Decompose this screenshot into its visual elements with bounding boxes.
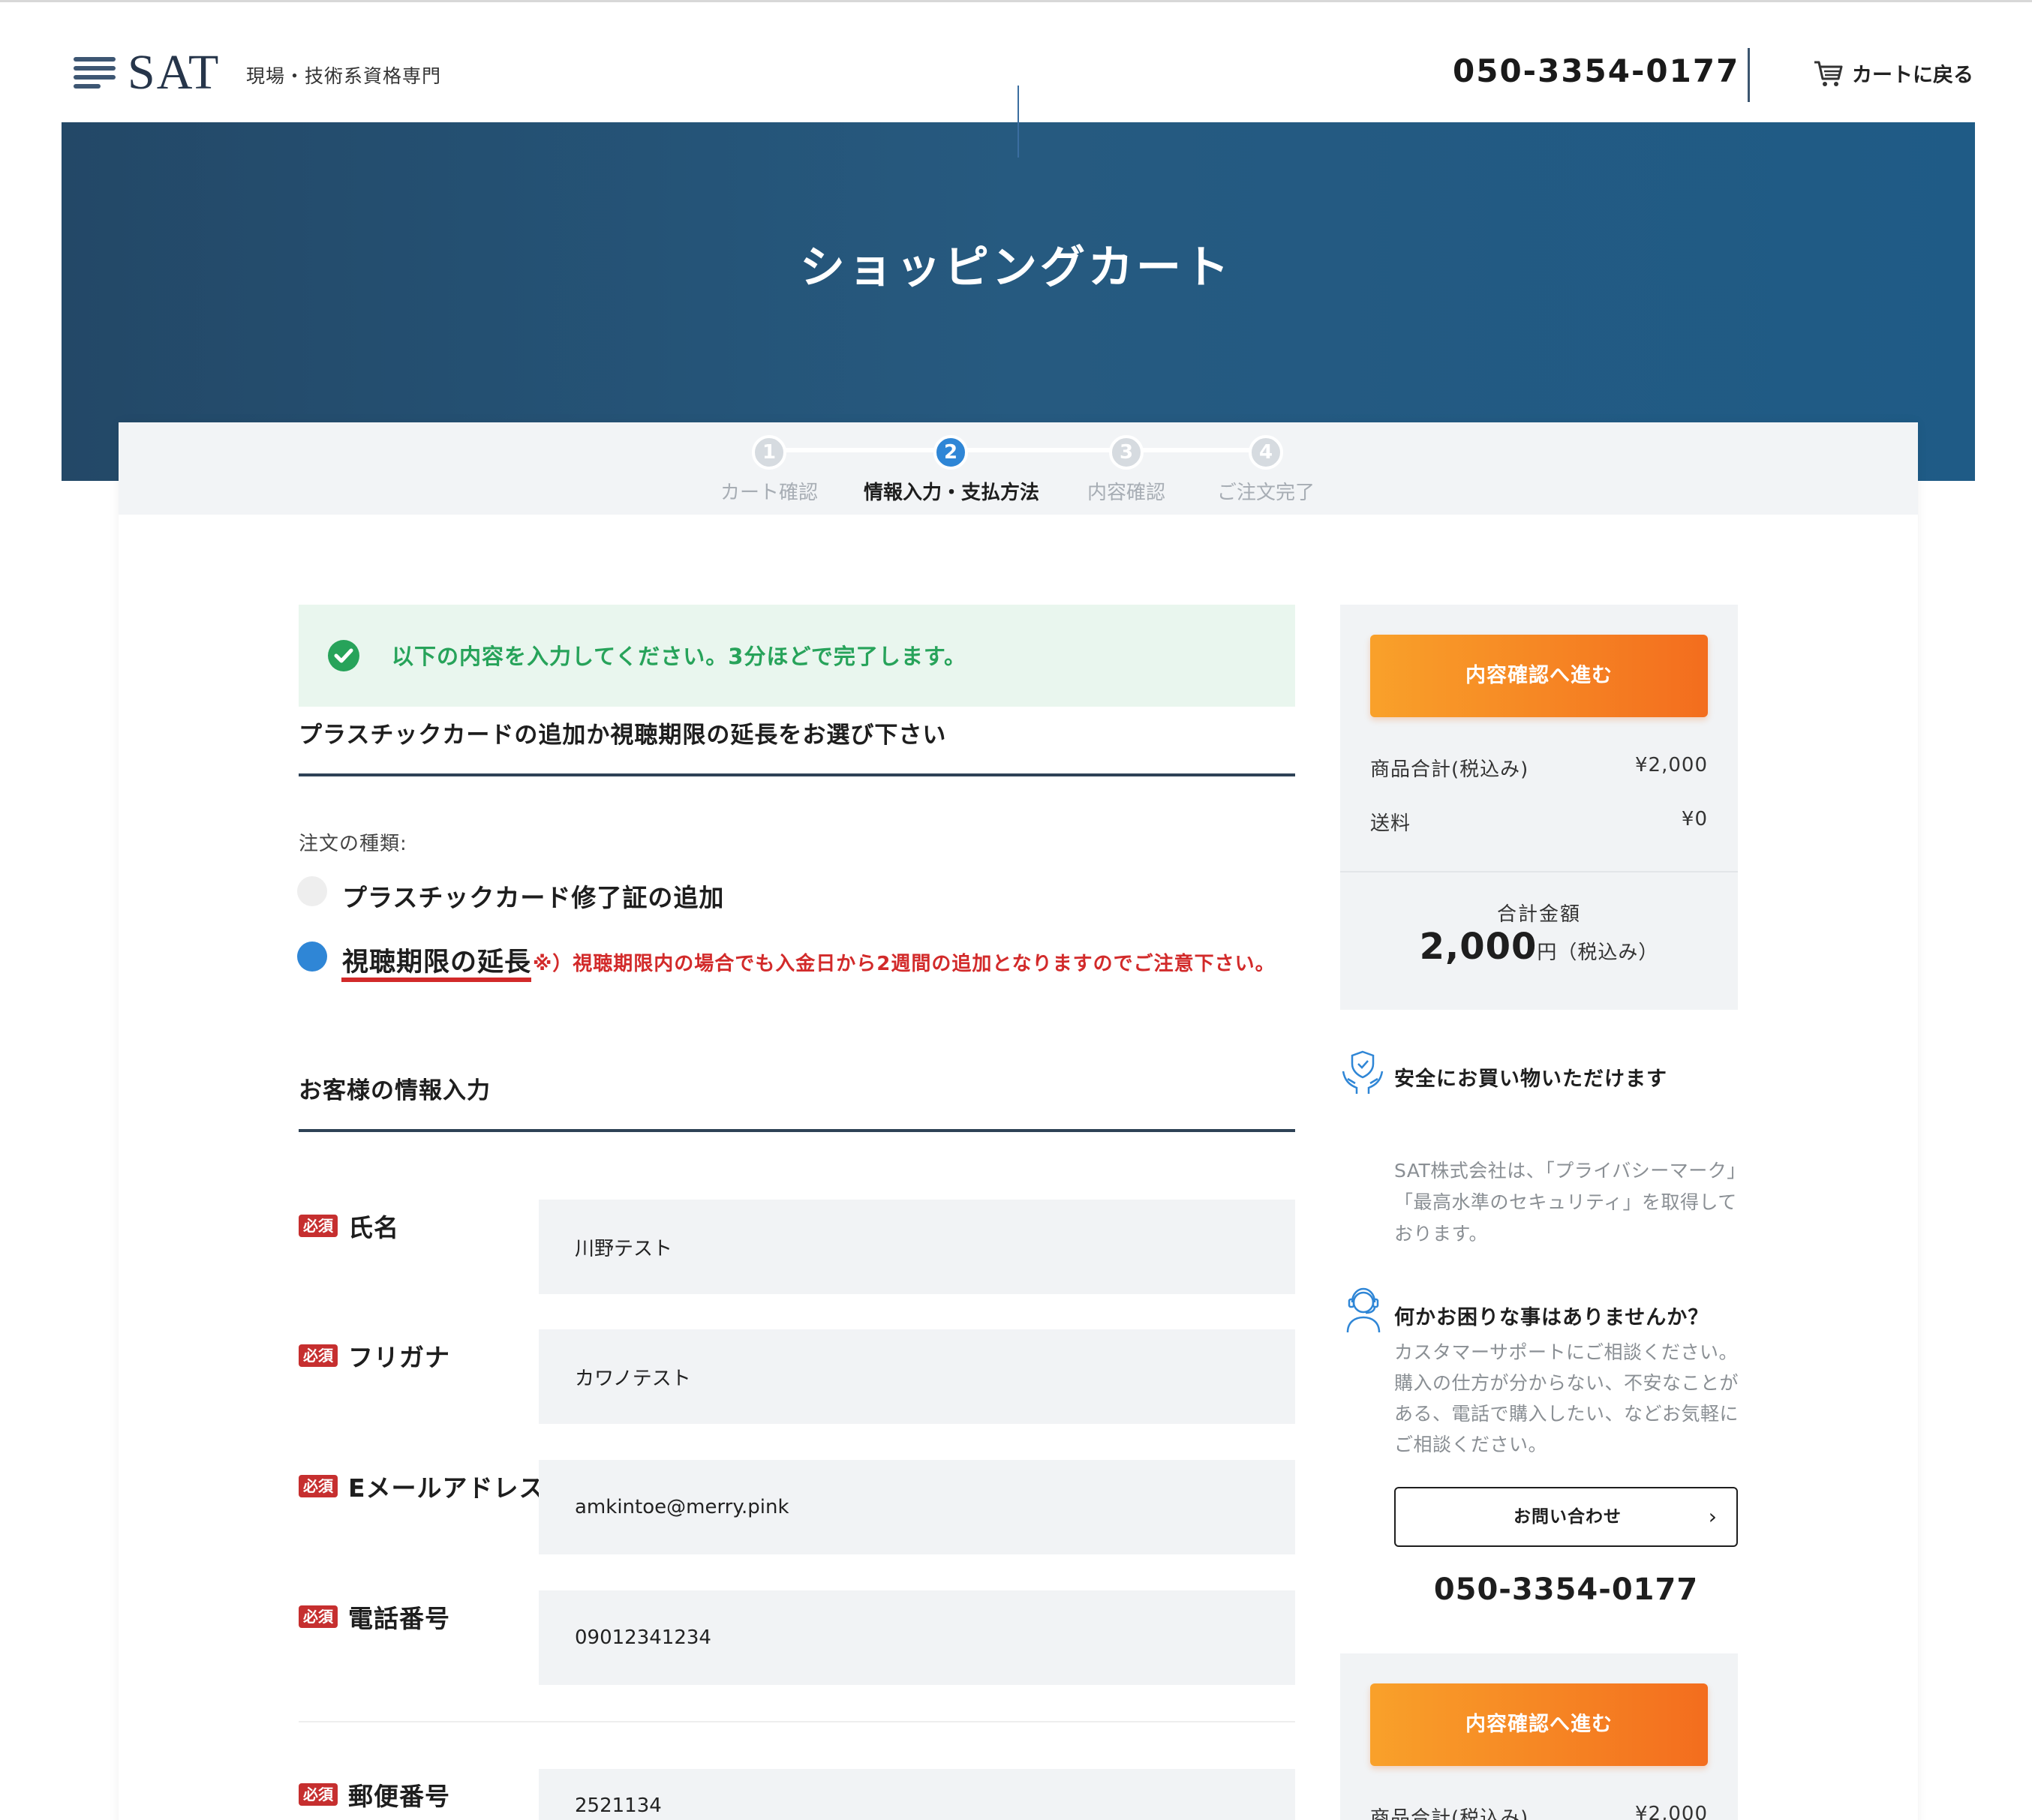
top-border xyxy=(0,0,2032,2)
back-to-cart-link[interactable]: カートに戻る xyxy=(1813,59,1973,88)
required-badge: 必須 xyxy=(299,1344,338,1367)
furigana-label-group: 必須 フリガナ xyxy=(299,1338,450,1374)
extend-period-note: ※）視聴期限内の場合でも入金日から2週間の追加となりますのでご注意下さい。 xyxy=(533,953,1276,975)
email-input[interactable] xyxy=(539,1460,1295,1554)
postal-input[interactable] xyxy=(539,1769,1295,1820)
name-input[interactable] xyxy=(539,1200,1295,1294)
shipping-value: ¥0 xyxy=(1681,808,1708,830)
help-title: 何かお困りな事はありませんか？ xyxy=(1394,1306,1709,1329)
step-4-circle: 4 xyxy=(1249,435,1283,470)
proceed-button-bottom[interactable]: 内容確認へ進む xyxy=(1370,1683,1708,1766)
step-connector xyxy=(951,448,1127,452)
chevron-right-icon: › xyxy=(1708,1504,1717,1529)
required-badge: 必須 xyxy=(299,1215,338,1237)
order-type-label: 注文の種類: xyxy=(299,833,407,855)
option-extend-period-label[interactable]: 視聴期限の延長 xyxy=(342,941,531,979)
customer-section-title: お客様の情報入力 xyxy=(299,1077,491,1104)
total-price: 2,000円（税込み） xyxy=(1340,926,1738,968)
radio-plastic-card[interactable] xyxy=(297,876,327,906)
subtotal-label: 商品合計(税込み) xyxy=(1370,758,1529,781)
required-badge: 必須 xyxy=(299,1605,338,1628)
step-1-label: カート確認 xyxy=(720,482,819,504)
header-phone[interactable]: 050-3354-0177 xyxy=(1453,53,1739,89)
logo[interactable]: SAT xyxy=(128,47,220,99)
summary-divider xyxy=(1340,871,1738,872)
step-3-circle: 3 xyxy=(1109,435,1144,470)
safe-shopping-title: 安全にお買い物いただけます xyxy=(1394,1068,1667,1091)
subtotal-value-bottom: ¥2,000 xyxy=(1635,1803,1708,1820)
back-to-cart-label: カートに戻る xyxy=(1852,64,1973,87)
menu-icon[interactable] xyxy=(74,57,116,90)
step-connector xyxy=(770,448,950,452)
check-circle-icon xyxy=(328,640,359,671)
phone-label-group: 必須 電話番号 xyxy=(299,1599,450,1635)
header-divider xyxy=(1748,48,1750,102)
subtotal-value: ¥2,000 xyxy=(1635,754,1708,776)
step-2-circle: 2 xyxy=(933,435,968,470)
contact-button[interactable]: お問い合わせ › xyxy=(1394,1487,1738,1547)
shield-hands-icon xyxy=(1342,1050,1384,1094)
page-title: ショッピングカート xyxy=(800,242,1232,294)
required-badge: 必須 xyxy=(299,1475,338,1497)
sidebar-phone[interactable]: 050-3354-0177 xyxy=(1394,1572,1738,1607)
option-underline xyxy=(341,978,531,982)
help-text: カスタマーサポートにご相談ください。購入の仕方が分からない、不安なことがある、電… xyxy=(1394,1341,1739,1455)
step-4-label: ご注文完了 xyxy=(1216,482,1315,504)
name-label: 氏名 xyxy=(348,1213,399,1242)
step-3-label: 内容確認 xyxy=(1087,482,1166,504)
safe-shopping-text: SAT株式会社は、「プライバシーマーク」「最高水準のセキュリティ」を取得しており… xyxy=(1394,1160,1737,1245)
total-suffix: 円（税込み） xyxy=(1537,942,1659,964)
total-label: 合計金額 xyxy=(1496,903,1581,926)
shipping-label: 送料 xyxy=(1370,812,1411,835)
contact-button-label: お問い合わせ xyxy=(1513,1507,1622,1527)
phone-input[interactable] xyxy=(539,1590,1295,1685)
logo-subtitle: 現場・技術系資格専門 xyxy=(246,65,442,87)
email-label: Eメールアドレス xyxy=(348,1473,545,1503)
section-rule xyxy=(299,1129,1295,1132)
section-rule xyxy=(299,773,1295,776)
email-label-group: 必須 Eメールアドレス xyxy=(299,1468,545,1504)
row-divider xyxy=(299,1721,1295,1722)
proceed-button[interactable]: 内容確認へ進む xyxy=(1370,635,1708,717)
subtotal-label-bottom: 商品合計(税込み) xyxy=(1370,1807,1529,1820)
step-2-label: 情報入力・支払方法 xyxy=(863,482,1040,504)
furigana-label: フリガナ xyxy=(348,1343,450,1372)
step-1-circle: 1 xyxy=(752,435,786,470)
required-badge: 必須 xyxy=(299,1783,338,1806)
cart-icon xyxy=(1814,61,1843,86)
postal-label-group: 必須 郵便番号 xyxy=(299,1776,450,1812)
phone-label: 電話番号 xyxy=(348,1604,450,1633)
option-plastic-card-label[interactable]: プラスチックカード修了証の追加 xyxy=(342,878,724,914)
postal-label: 郵便番号 xyxy=(348,1782,450,1811)
radio-extend-period[interactable] xyxy=(297,942,327,972)
order-section-title: プラスチックカードの追加か視聴期限の延長をお選び下さい xyxy=(299,722,947,749)
step-connector xyxy=(1129,448,1267,452)
notice-text: 以下の内容を入力してください。3分ほどで完了します。 xyxy=(392,644,966,669)
furigana-input[interactable] xyxy=(539,1329,1295,1424)
text-cursor xyxy=(1018,86,1019,158)
name-label-group: 必須 氏名 xyxy=(299,1208,399,1244)
total-amount: 2,000 xyxy=(1419,926,1538,968)
support-agent-icon xyxy=(1346,1287,1381,1333)
